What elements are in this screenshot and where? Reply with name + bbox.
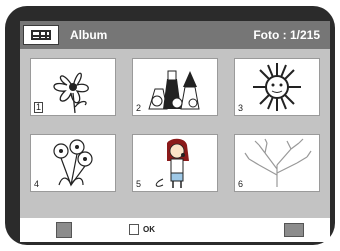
- album-title: Album: [70, 28, 108, 42]
- thumbnail-number: 1: [34, 102, 44, 113]
- thumbnail-4[interactable]: 4: [30, 134, 116, 192]
- thumbnail-6[interactable]: 6: [234, 134, 320, 192]
- grid-view-icon[interactable]: [23, 25, 59, 45]
- thumbnail-number: 6: [238, 179, 244, 189]
- bare-tree-icon: [244, 138, 312, 187]
- thumbnail-2[interactable]: 2: [132, 58, 218, 116]
- thumbnail-3[interactable]: 3: [234, 58, 320, 116]
- flower-icon: [53, 72, 89, 114]
- thumbnail-number: 4: [34, 179, 40, 189]
- thumbnail-number: 2: [136, 103, 142, 113]
- ok-label: OK: [143, 225, 155, 234]
- flowers-icon: [53, 139, 93, 187]
- sun-icon: [253, 63, 301, 111]
- thumbnail-5[interactable]: 5: [132, 134, 218, 192]
- girl-with-microphone-icon: [155, 138, 189, 188]
- photo-counter: Foto : 1/215: [253, 28, 320, 42]
- thumbnail-1[interactable]: 1: [30, 58, 116, 116]
- halloween-kids-icon: [148, 70, 200, 110]
- thumbnail-number: 5: [136, 179, 142, 189]
- device-frame: Album Foto : 1/215 1 2 3 4 5 6 OK: [5, 6, 335, 245]
- navigation-pad-icon[interactable]: [56, 222, 72, 238]
- title-bar: Album Foto : 1/215: [20, 21, 330, 49]
- album-screen: Album Foto : 1/215 1 2 3 4 5 6 OK: [20, 21, 330, 242]
- skip-forward-icon[interactable]: [284, 223, 304, 237]
- control-bar: OK: [20, 218, 330, 242]
- thumbnail-number: 3: [238, 103, 244, 113]
- ok-button-icon[interactable]: [129, 224, 139, 235]
